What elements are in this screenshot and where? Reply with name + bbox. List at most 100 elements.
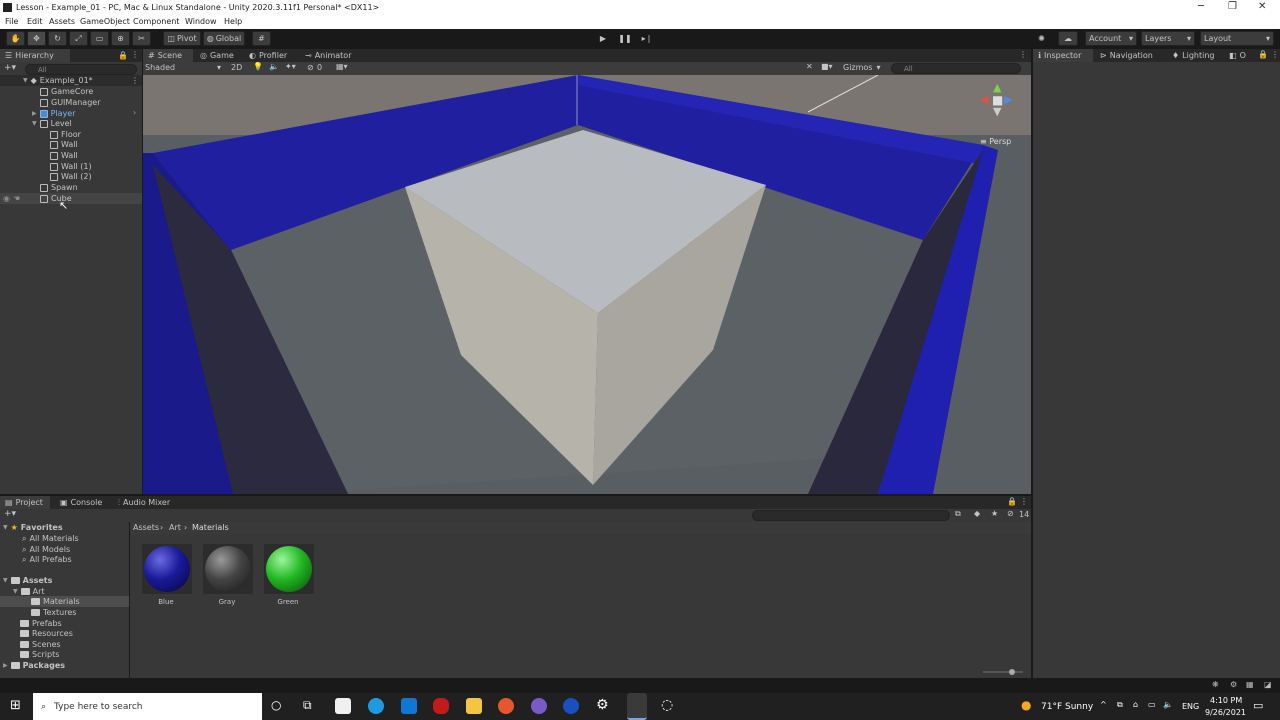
step-button[interactable]: ▸❘ <box>637 31 657 46</box>
tab-project[interactable]: ▤ Project <box>0 496 50 509</box>
fav-all-prefabs[interactable]: ⌕ All Prefabs <box>22 554 72 565</box>
thumbnail-size-slider[interactable] <box>983 669 1023 675</box>
move-tool-icon[interactable]: ✥ <box>27 31 46 46</box>
lightbulb-icon[interactable]: 💡 <box>253 62 263 71</box>
app-red-icon[interactable] <box>433 698 449 714</box>
lock-icon[interactable]: 🔒 <box>118 51 128 60</box>
weather-label[interactable]: 71°F Sunny <box>1041 702 1093 712</box>
project-search-input[interactable] <box>752 510 950 521</box>
breadcrumb-art[interactable]: Art <box>169 523 181 532</box>
scene-search-input[interactable]: All <box>891 63 1021 74</box>
scan-icon[interactable]: ▦ <box>1246 680 1254 689</box>
hand-tool-icon[interactable]: ✋ <box>6 31 25 46</box>
file-explorer-icon[interactable] <box>466 698 482 714</box>
favorites-header[interactable]: ▼ ★ Favorites <box>3 522 63 533</box>
breadcrumb-materials[interactable]: Materials <box>192 523 229 532</box>
lock-icon[interactable]: 🔒 <box>1007 497 1017 506</box>
more-menu-icon[interactable]: ⋮ <box>1020 497 1028 506</box>
layers-dropdown[interactable]: Layers ▾ <box>1141 31 1195 46</box>
network-icon[interactable]: ⌂ <box>1133 700 1138 709</box>
pick-icon[interactable]: ☚ <box>13 194 20 203</box>
hierarchy-search-input[interactable]: All <box>25 64 137 75</box>
material-item-green[interactable]: Green <box>262 544 314 606</box>
collab-icon[interactable]: ✺ <box>1032 31 1051 46</box>
notification-icon[interactable]: ▭ <box>1253 699 1263 712</box>
close-button[interactable]: ✕ <box>1258 1 1266 12</box>
account-dropdown[interactable]: Account ▾ <box>1085 31 1137 46</box>
scene-viewport[interactable] <box>143 75 1031 494</box>
chevron-up-icon[interactable]: ^ <box>1100 700 1107 709</box>
clock-time[interactable]: 4:10 PM <box>1210 696 1242 705</box>
audio-icon[interactable]: 🔈 <box>269 62 279 71</box>
mail-icon[interactable] <box>401 698 417 714</box>
tab-occlusion[interactable]: ◧ O <box>1224 49 1251 62</box>
camera-icon[interactable]: ■▾ <box>821 62 833 71</box>
windows-start-icon[interactable]: ⊞ <box>10 698 21 713</box>
material-item-gray[interactable]: Gray <box>201 544 253 606</box>
grid-icon[interactable]: ▦▾ <box>336 62 348 71</box>
pause-button[interactable]: ❚❚ <box>615 31 635 46</box>
slider-handle[interactable] <box>1009 669 1015 675</box>
tab-hierarchy[interactable]: ☰ Hierarchy <box>0 49 70 62</box>
progress-icon[interactable]: ⚙ <box>1230 680 1237 689</box>
favorite-star-icon[interactable]: ★ <box>991 509 998 518</box>
hierarchy-item-cube[interactable]: ◉ ☚ Cube <box>0 193 142 204</box>
more-menu-icon[interactable]: ⋮ <box>1019 50 1027 59</box>
tab-profiler[interactable]: ◐ Profiler <box>244 49 292 62</box>
breadcrumb-assets[interactable]: Assets <box>133 523 159 532</box>
hierarchy-item-wall-2b[interactable]: Wall (2) <box>50 171 92 182</box>
scale-tool-icon[interactable]: ⤢ <box>69 31 88 46</box>
cloud-icon[interactable]: ☁ <box>1058 31 1078 46</box>
add-asset-button[interactable]: +▾ <box>4 509 16 519</box>
store-icon[interactable] <box>335 698 351 714</box>
hidden-packages-icon[interactable]: ⊘ <box>1007 509 1014 518</box>
rotate-tool-icon[interactable]: ↻ <box>48 31 67 46</box>
tab-console[interactable]: ▣ Console <box>55 496 107 509</box>
firefox-icon[interactable] <box>498 698 514 714</box>
menu-window[interactable]: Window <box>185 17 217 26</box>
tree-scripts[interactable]: Scripts <box>20 649 59 660</box>
assets-header[interactable]: ▼ Assets <box>3 575 52 586</box>
menu-gameobject[interactable]: GameObject <box>80 17 130 26</box>
transform-tool-icon[interactable]: ⊕ <box>111 31 130 46</box>
edge-icon[interactable] <box>368 698 384 714</box>
hierarchy-item-spawn[interactable]: Spawn <box>40 182 78 193</box>
menu-component[interactable]: Component <box>133 17 179 26</box>
tab-game[interactable]: ◎ Game <box>195 49 239 62</box>
packages-header[interactable]: ▶ Packages <box>3 660 65 671</box>
scene-row[interactable]: ▼ ◆ Example_01* ⋮ <box>0 75 142 86</box>
pivot-toggle[interactable]: ◫ Pivot <box>163 31 201 46</box>
task-view-icon[interactable]: ⧉ <box>303 698 312 713</box>
unity-taskbar-icon[interactable] <box>627 693 647 720</box>
filter-label-icon[interactable]: ◆ <box>974 509 980 518</box>
tab-animator[interactable]: ⊸ Animator <box>300 49 356 62</box>
bug-icon[interactable]: ❋ <box>1212 680 1219 689</box>
volume-icon[interactable]: 🔈 <box>1163 700 1173 709</box>
more-menu-icon[interactable]: ⋮ <box>1271 50 1279 59</box>
tree-textures[interactable]: Textures <box>31 607 76 618</box>
more-menu-icon[interactable]: ⋮ <box>131 76 139 85</box>
tab-scene[interactable]: # Scene <box>143 49 193 62</box>
menu-assets[interactable]: Assets <box>49 17 75 26</box>
hierarchy-item-guimanager[interactable]: GUIManager <box>40 97 100 108</box>
chevron-right-icon[interactable]: › <box>133 108 136 117</box>
cache-icon[interactable]: ◪ <box>1264 680 1272 689</box>
fav-all-materials[interactable]: ⌕ All Materials <box>22 533 79 544</box>
persp-label[interactable]: ≡ Persp <box>980 137 1020 146</box>
filter-type-icon[interactable]: ⧉ <box>955 509 961 519</box>
custom-tool-icon[interactable]: ✂ <box>132 31 151 46</box>
lock-icon[interactable]: 🔒 <box>1258 50 1268 59</box>
hidden-objects-icon[interactable]: ⊘ <box>307 63 314 72</box>
app-purple-icon[interactable] <box>531 698 547 714</box>
tab-inspector[interactable]: ℹ Inspector <box>1033 49 1093 62</box>
settings-icon[interactable]: ⚙ <box>596 697 609 713</box>
tab-audio-mixer[interactable]: ⫶ Audio Mixer <box>113 496 175 509</box>
play-button[interactable]: ▶ <box>593 31 613 46</box>
clock-date[interactable]: 9/26/2021 <box>1205 708 1246 717</box>
hierarchy-item-level[interactable]: ▼ Level <box>32 118 72 129</box>
tray-icon[interactable]: ⧉ <box>1117 700 1123 710</box>
tab-navigation[interactable]: ⊳ Navigation <box>1095 49 1158 62</box>
scene-orientation-gizmo[interactable]: ▲ ◀ ▶ ■ ▼ ≡ Persp <box>976 79 1020 146</box>
more-menu-icon[interactable]: ⋮ <box>131 50 139 59</box>
shading-dropdown[interactable]: Shaded ▾ <box>145 63 221 74</box>
